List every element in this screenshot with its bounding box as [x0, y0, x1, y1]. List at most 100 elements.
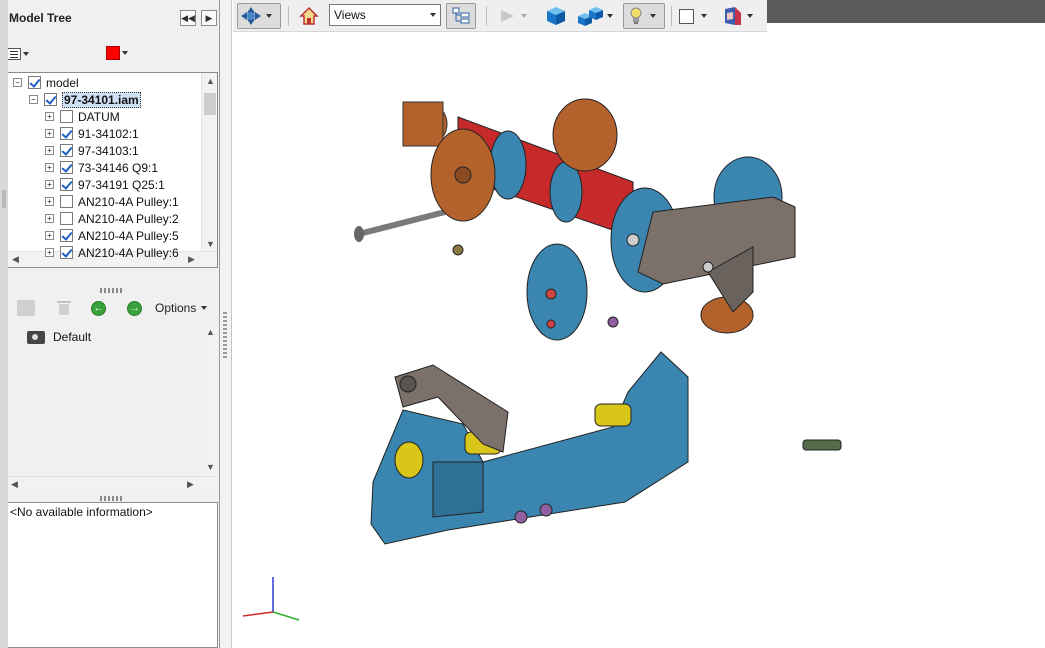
home-icon — [299, 6, 319, 25]
tree-expander-icon[interactable]: − — [29, 95, 38, 104]
tree-expander-icon[interactable]: + — [45, 129, 54, 138]
tree-node[interactable]: + AN210-4A Pulley:5 — [45, 227, 179, 244]
options-menu[interactable]: Options — [155, 301, 208, 315]
tree-expander-icon[interactable]: + — [45, 180, 54, 189]
tree-node[interactable]: + DATUM — [45, 108, 120, 125]
visibility-checkbox[interactable] — [28, 76, 41, 89]
views-horizontal-scrollbar[interactable]: ◀ ▶ — [7, 476, 218, 492]
tree-expander-icon[interactable]: + — [45, 197, 54, 206]
create-view-icon[interactable] — [17, 300, 35, 316]
tree-view-options-button[interactable] — [7, 46, 31, 62]
collapse-panel-button[interactable]: ◀◀ — [180, 10, 196, 26]
visibility-checkbox[interactable] — [60, 127, 73, 140]
bushing-part[interactable] — [594, 403, 632, 427]
tree-expander-icon[interactable]: − — [13, 78, 22, 87]
tree-node[interactable]: + AN210-4A Pulley:2 — [45, 210, 179, 227]
render-mode-button[interactable] — [577, 3, 617, 29]
tree-expander-icon[interactable]: + — [45, 146, 54, 155]
scroll-left-icon[interactable]: ◀ — [12, 254, 19, 265]
tree-node-label: 73-34146 Q9:1 — [78, 160, 159, 175]
visibility-checkbox[interactable] — [60, 212, 73, 225]
part-color-picker[interactable] — [106, 46, 128, 60]
scroll-up-icon[interactable]: ▲ — [206, 76, 215, 86]
tree-expander-icon[interactable]: + — [45, 231, 54, 240]
lighting-button[interactable] — [623, 3, 665, 29]
visibility-checkbox[interactable] — [44, 93, 57, 106]
background-color-button[interactable] — [679, 3, 713, 29]
shaft-part[interactable] — [354, 209, 446, 238]
tree-node[interactable]: +91-34102:1 — [45, 125, 139, 142]
views-select-value: Views — [334, 8, 366, 22]
next-view-button[interactable]: → — [127, 301, 142, 316]
bushing-part[interactable] — [394, 441, 424, 479]
splitter-grip[interactable] — [223, 312, 227, 358]
pulley-part[interactable] — [526, 243, 588, 341]
cross-section-button[interactable] — [721, 3, 761, 29]
scroll-up-icon[interactable]: ▲ — [206, 327, 215, 337]
panel-splitter-grip[interactable] — [100, 496, 124, 501]
bearing-part[interactable] — [489, 130, 527, 200]
model-tree-icon — [452, 7, 470, 24]
main-splitter[interactable] — [220, 0, 232, 648]
scrollbar-thumb[interactable] — [204, 93, 216, 115]
3d-viewport[interactable] — [233, 32, 1045, 648]
model-tree-toggle-button[interactable] — [446, 3, 476, 29]
tree-vertical-scrollbar[interactable]: ▲ ▼ — [201, 73, 217, 251]
toolbar-background — [767, 0, 1045, 23]
tree-node[interactable]: − 97-34101.iam — [29, 91, 141, 108]
views-vertical-scrollbar[interactable]: ▲ ▼ — [202, 324, 218, 476]
assembly-3d-model[interactable] — [233, 32, 1045, 648]
tree-expander-icon[interactable]: + — [45, 112, 54, 121]
tree-node-label: 97-34101.iam — [62, 91, 141, 108]
previous-view-button[interactable]: ← — [91, 301, 106, 316]
tree-node-label: AN210-4A Pulley:1 — [78, 194, 179, 209]
scroll-left-icon[interactable]: ◀ — [11, 479, 18, 490]
views-toolbar: ← → Options — [7, 294, 218, 322]
tree-node-label: AN210-4A Pulley:2 — [78, 211, 179, 226]
tree-node[interactable]: + AN210-4A Pulley:1 — [45, 193, 179, 210]
toolbar-separator — [486, 6, 487, 26]
cross-section-icon — [725, 7, 741, 25]
rotate-tool-button[interactable] — [237, 3, 281, 29]
visibility-checkbox[interactable] — [60, 229, 73, 242]
visibility-checkbox[interactable] — [60, 246, 73, 259]
tree-node[interactable]: +97-34103:1 — [45, 142, 139, 159]
tree-node[interactable]: +73-34146 Q9:1 — [45, 159, 158, 176]
play-animation-button[interactable] — [497, 3, 533, 29]
model-render-button[interactable] — [545, 3, 569, 29]
panel-splitter-grip[interactable] — [100, 288, 124, 293]
scroll-down-icon[interactable]: ▼ — [206, 462, 215, 472]
visibility-checkbox[interactable] — [60, 144, 73, 157]
visibility-checkbox[interactable] — [60, 195, 73, 208]
visibility-checkbox[interactable] — [60, 178, 73, 191]
home-view-button[interactable] — [299, 3, 321, 29]
scroll-right-icon[interactable]: ▶ — [188, 254, 195, 265]
solid-box-icon — [547, 7, 565, 25]
chevron-down-icon — [701, 14, 707, 18]
scroll-right-icon[interactable]: ▶ — [187, 479, 194, 490]
expand-panel-button[interactable]: ▶ — [201, 10, 217, 26]
bearing-part[interactable] — [549, 161, 583, 223]
views-list: Default ▲ ▼ ◀ ▶ — [7, 324, 218, 492]
tree-expander-icon[interactable]: + — [45, 163, 54, 172]
tree-expander-icon[interactable]: + — [45, 248, 54, 257]
tree-node[interactable]: + AN210-4A Pulley:6 — [45, 244, 179, 261]
view-item-default[interactable]: Default — [27, 330, 91, 344]
scroll-down-icon[interactable]: ▼ — [206, 239, 215, 249]
views-dropdown[interactable]: Views — [329, 4, 441, 26]
main-toolbar: Views — [233, 0, 767, 32]
model-tree-toolbar — [0, 40, 220, 68]
bolt-part[interactable] — [802, 439, 842, 451]
tree-node[interactable]: +97-34191 Q25:1 — [45, 176, 165, 193]
linkage-pin — [399, 375, 417, 393]
pulley-hub — [454, 166, 472, 184]
bolt-part — [702, 261, 714, 273]
tree-expander-icon[interactable]: + — [45, 214, 54, 223]
tree-node[interactable]: − model — [13, 74, 79, 91]
delete-icon[interactable] — [55, 300, 73, 316]
chevron-down-icon — [607, 14, 613, 18]
visibility-checkbox[interactable] — [60, 110, 73, 123]
info-panel: <No available information> — [7, 502, 218, 648]
pulley-part[interactable] — [552, 98, 618, 172]
visibility-checkbox[interactable] — [60, 161, 73, 174]
